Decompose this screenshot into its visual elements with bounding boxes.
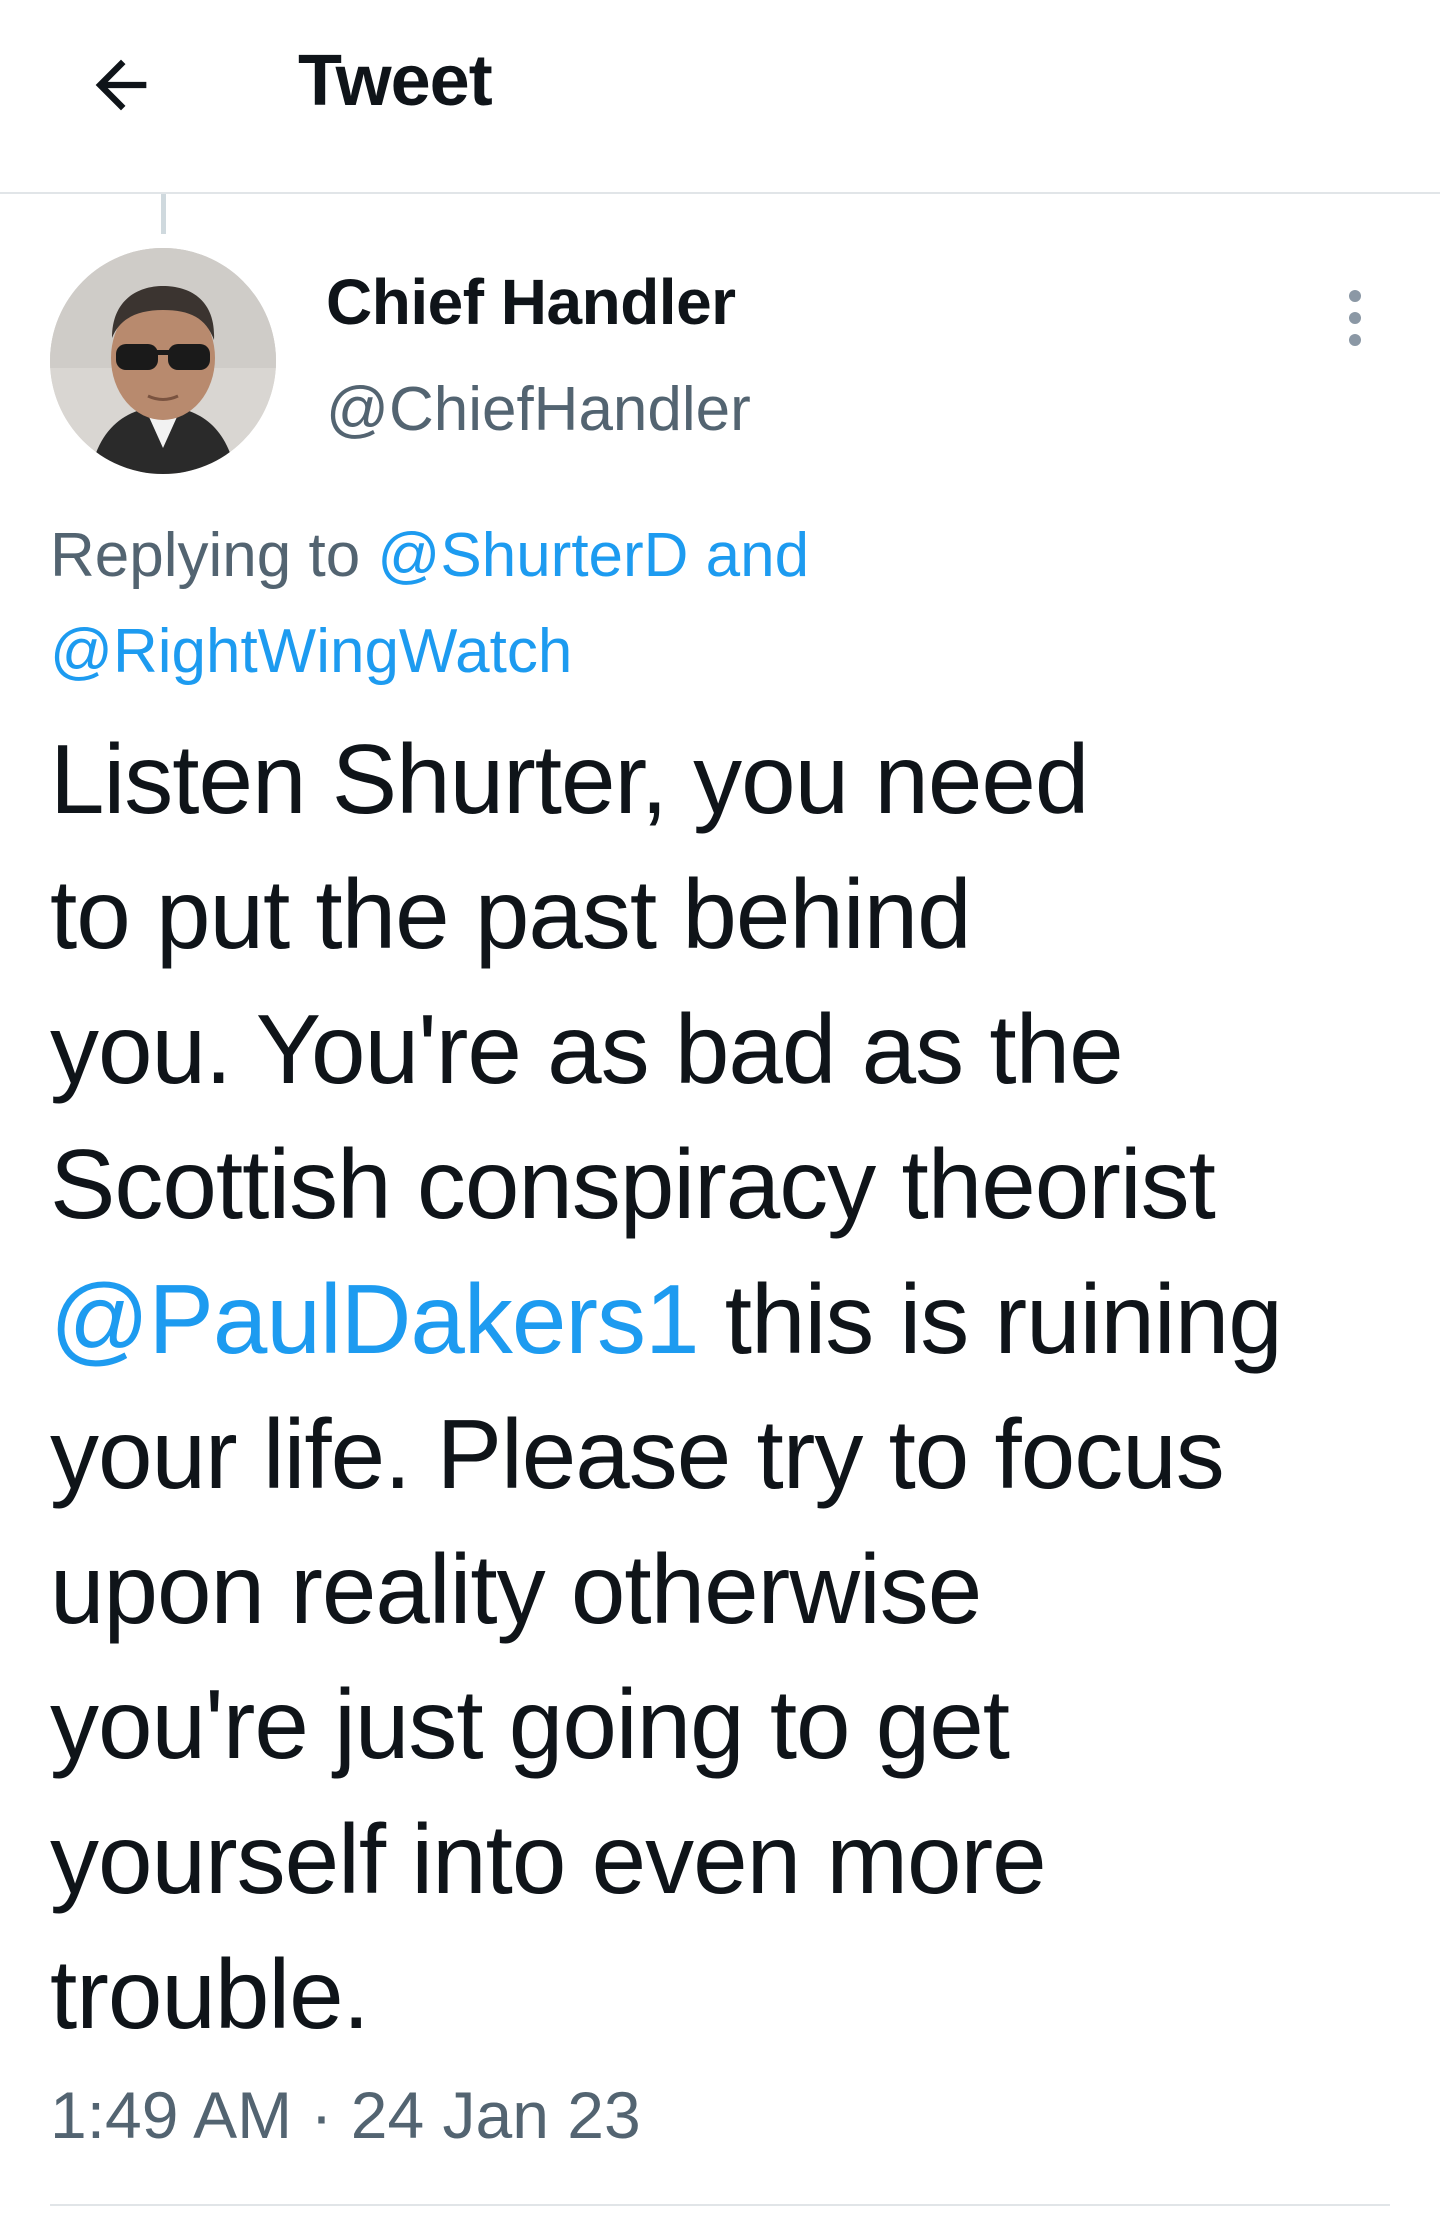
- tweet-line: your life. Please try to focus: [50, 1399, 1225, 1509]
- tweet-line: Scottish conspiracy theorist: [50, 1129, 1216, 1239]
- page-title: Tweet: [298, 41, 493, 121]
- tweet-line: you're just going to get: [50, 1669, 1010, 1779]
- user-avatar-image: [50, 248, 276, 474]
- back-button[interactable]: [66, 30, 176, 140]
- tweet-line: Listen Shurter, you need: [50, 724, 1089, 834]
- replying-prefix: Replying to: [50, 521, 378, 590]
- top-bar: Tweet: [0, 0, 1440, 194]
- tweet-line-rest: this is ruining: [698, 1264, 1283, 1374]
- arrow-left-icon: [95, 59, 147, 111]
- reply-mention-shurterd[interactable]: @ShurterD: [377, 521, 688, 590]
- thread-connector-line: [161, 194, 166, 234]
- more-vertical-icon-dot: [1349, 312, 1361, 324]
- tweet-line: upon reality otherwise: [50, 1534, 982, 1644]
- reply-mention-rightwingwatch[interactable]: @RightWingWatch: [50, 617, 572, 686]
- replying-to: Replying to @ShurterD and @RightWingWatc…: [50, 508, 1390, 700]
- tweet-line: you. You're as bad as the: [50, 994, 1124, 1104]
- tweet-line: to put the past behind: [50, 859, 972, 969]
- more-options-button[interactable]: [1330, 278, 1380, 358]
- author-display-name[interactable]: Chief Handler: [326, 262, 736, 342]
- more-vertical-icon: [1349, 290, 1361, 302]
- author-handle[interactable]: @ChiefHandler: [326, 370, 751, 450]
- tweet-line: trouble.: [50, 1939, 370, 2049]
- tweet-text: Listen Shurter, you need to put the past…: [50, 712, 1390, 2062]
- tweet-line-with-mention: @PaulDakers1 this is ruining: [50, 1252, 1390, 1387]
- more-vertical-icon-dot: [1349, 334, 1361, 346]
- reply-joiner: and: [688, 521, 810, 590]
- avatar[interactable]: [50, 248, 276, 474]
- tweet-mention-pauldakers1[interactable]: @PaulDakers1: [50, 1264, 700, 1374]
- tweet-line: yourself into even more: [50, 1804, 1047, 1914]
- divider: [50, 2204, 1390, 2206]
- tweet-timestamp[interactable]: 1:49 AM · 24 Jan 23: [50, 2070, 641, 2160]
